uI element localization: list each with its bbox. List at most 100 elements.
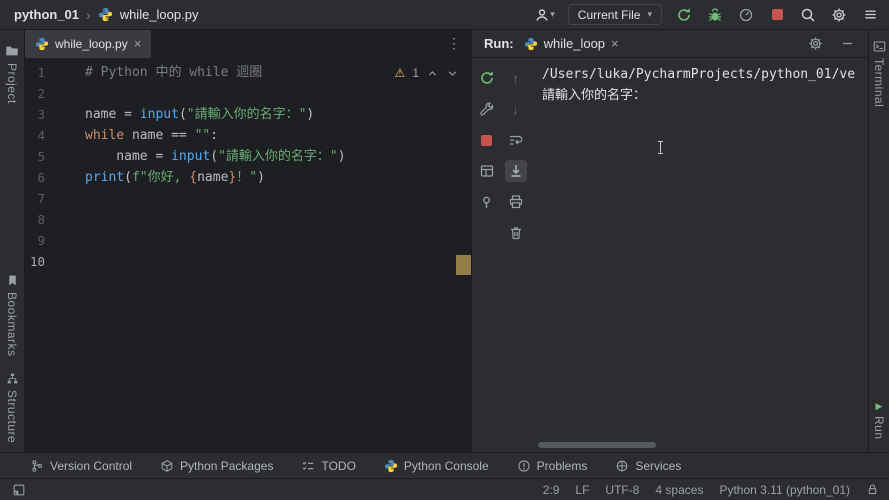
settings-gear-icon[interactable] xyxy=(830,6,848,24)
terminal-icon xyxy=(873,40,886,53)
toolbar-services[interactable]: Services xyxy=(615,459,681,473)
main-menu-icon[interactable] xyxy=(861,6,879,24)
structure-icon xyxy=(6,372,19,385)
toolbar-label: Python Console xyxy=(403,458,489,473)
statusbar-widgets: 2:9 LF UTF-8 4 spaces Python 3.11 (pytho… xyxy=(543,483,879,497)
editor-tab-label: while_loop.py xyxy=(55,36,128,51)
toolbar-label: Problems xyxy=(536,458,588,473)
editor-gutter: 1 2 3 4 5 6 7 8 9 10 xyxy=(25,58,85,452)
toolbar-version-control[interactable]: Version Control xyxy=(30,459,132,473)
scroll-to-end-icon[interactable] xyxy=(504,160,527,182)
right-toolwindow-stripe: Terminal ▶ Run xyxy=(868,30,889,452)
stop-icon[interactable] xyxy=(476,129,498,151)
editor-tab-while-loop[interactable]: while_loop.py × xyxy=(25,29,152,58)
line-number: 9 xyxy=(37,233,45,248)
stripe-label-run: Run xyxy=(872,416,886,440)
run-toolwindow-title: Run: xyxy=(484,36,514,51)
code-line[interactable] xyxy=(85,209,471,230)
file-encoding[interactable]: UTF-8 xyxy=(605,483,639,497)
inspections-widget[interactable]: ⚠ 1 xyxy=(395,63,459,84)
code-line[interactable] xyxy=(85,83,471,104)
titlebar-actions: ▾ Current File ▾ xyxy=(534,4,879,25)
pin-tab-icon[interactable] xyxy=(476,191,498,213)
console-output: /Users/luka/PycharmProjects/python_01/ve… xyxy=(542,64,856,106)
prev-problem-icon[interactable] xyxy=(426,67,439,80)
tab-options-icon[interactable]: ⋮ xyxy=(447,35,471,52)
breadcrumb: python_01 › while_loop.py xyxy=(14,7,198,23)
services-icon xyxy=(615,459,629,473)
code-line[interactable]: name = input("請輸入你的名字：") xyxy=(85,146,471,167)
code-line[interactable]: name = input("請輸入你的名字：") xyxy=(85,104,471,125)
console[interactable]: /Users/luka/PycharmProjects/python_01/ve… xyxy=(530,58,868,452)
rerun-icon[interactable] xyxy=(476,67,498,89)
run-configuration-selector[interactable]: Current File ▾ xyxy=(567,4,662,25)
code-line[interactable]: while name == "": xyxy=(85,125,471,146)
python-interpreter[interactable]: Python 3.11 (python_01) xyxy=(719,483,850,497)
debug-bug-icon[interactable] xyxy=(706,6,724,24)
stripe-item-structure[interactable]: Structure xyxy=(5,372,19,444)
text-cursor xyxy=(658,141,663,154)
stripe-label-project: Project xyxy=(5,63,19,104)
line-number: 7 xyxy=(37,191,45,206)
hide-toolwindow-icon[interactable] xyxy=(838,35,856,53)
restore-layout-icon[interactable] xyxy=(476,160,498,182)
horizontal-scrollbar-thumb[interactable] xyxy=(538,442,656,448)
up-stack-trace-icon[interactable]: ↑ xyxy=(505,67,527,89)
line-number: 5 xyxy=(37,149,45,164)
toolbar-todo[interactable]: TODO xyxy=(301,458,356,473)
stripe-label-bookmarks: Bookmarks xyxy=(5,291,19,357)
rerun-icon[interactable] xyxy=(675,6,693,24)
next-problem-icon[interactable] xyxy=(446,67,459,80)
line-separator[interactable]: LF xyxy=(575,483,589,497)
warning-icon: ⚠ xyxy=(394,66,406,80)
run-tab-close-icon[interactable]: × xyxy=(611,37,619,50)
toolbar-label: Version Control xyxy=(50,458,133,473)
user-account-icon[interactable]: ▾ xyxy=(534,6,555,24)
toolbar-python-console[interactable]: Python Console xyxy=(384,459,489,473)
tab-close-icon[interactable]: × xyxy=(134,37,142,50)
toolwindow-switcher-icon[interactable] xyxy=(10,481,28,499)
editor[interactable]: 1 2 3 4 5 6 7 8 9 10 # Python 中的 while 迴圈 name = i… xyxy=(25,58,471,452)
profiler-icon[interactable] xyxy=(737,6,755,24)
breadcrumb-file[interactable]: while_loop.py xyxy=(120,7,199,22)
breadcrumb-project[interactable]: python_01 xyxy=(14,7,79,22)
stripe-item-project[interactable]: Project xyxy=(5,44,19,104)
run-controls-toolbar xyxy=(472,58,501,452)
code-line[interactable]: print(f"你好, {name}！") xyxy=(85,167,471,188)
run-play-icon: ▶ xyxy=(875,401,883,412)
toolbar-label: TODO xyxy=(321,458,356,473)
line-number: 1 xyxy=(37,65,45,80)
run-configuration-label: Current File xyxy=(577,7,641,22)
run-header-actions xyxy=(806,35,856,53)
console-line: 請輸入你的名字： xyxy=(542,88,647,103)
console-controls-toolbar: ↑ ↓ xyxy=(501,58,530,452)
down-stack-trace-icon[interactable]: ↓ xyxy=(505,98,527,120)
stop-icon[interactable] xyxy=(768,6,786,24)
caret-position[interactable]: 2:9 xyxy=(543,483,560,497)
line-number: 4 xyxy=(37,128,45,143)
run-tab-while-loop[interactable]: while_loop × xyxy=(524,36,619,51)
write-access-lock-icon[interactable] xyxy=(866,483,879,496)
stripe-label-structure: Structure xyxy=(5,390,19,444)
warning-count: 1 xyxy=(412,66,419,80)
toolbar-problems[interactable]: Problems xyxy=(517,458,588,473)
stripe-item-bookmarks[interactable]: Bookmarks xyxy=(5,274,19,357)
statusbar: 2:9 LF UTF-8 4 spaces Python 3.11 (pytho… xyxy=(0,478,889,500)
code-line[interactable] xyxy=(85,251,471,272)
toolbar-python-packages[interactable]: Python Packages xyxy=(160,459,273,473)
print-icon[interactable] xyxy=(505,191,527,213)
search-everywhere-icon[interactable] xyxy=(799,6,817,24)
stripe-item-terminal[interactable]: Terminal xyxy=(872,40,886,107)
stripe-item-run[interactable]: ▶ Run xyxy=(872,401,886,440)
run-settings-gear-icon[interactable] xyxy=(806,35,824,53)
soft-wrap-icon[interactable] xyxy=(505,129,527,151)
clear-all-trash-icon[interactable] xyxy=(505,222,527,244)
code-line[interactable] xyxy=(85,188,471,209)
code-line[interactable] xyxy=(85,230,471,251)
editor-code[interactable]: # Python 中的 while 迴圈 name = input("請輸入你的名… xyxy=(85,58,471,452)
modify-run-config-wrench-icon[interactable] xyxy=(476,98,498,120)
indent-style[interactable]: 4 spaces xyxy=(655,483,703,497)
scrollbar-caret-marker xyxy=(456,255,471,275)
python-file-icon xyxy=(98,7,113,22)
packages-icon xyxy=(160,459,174,473)
